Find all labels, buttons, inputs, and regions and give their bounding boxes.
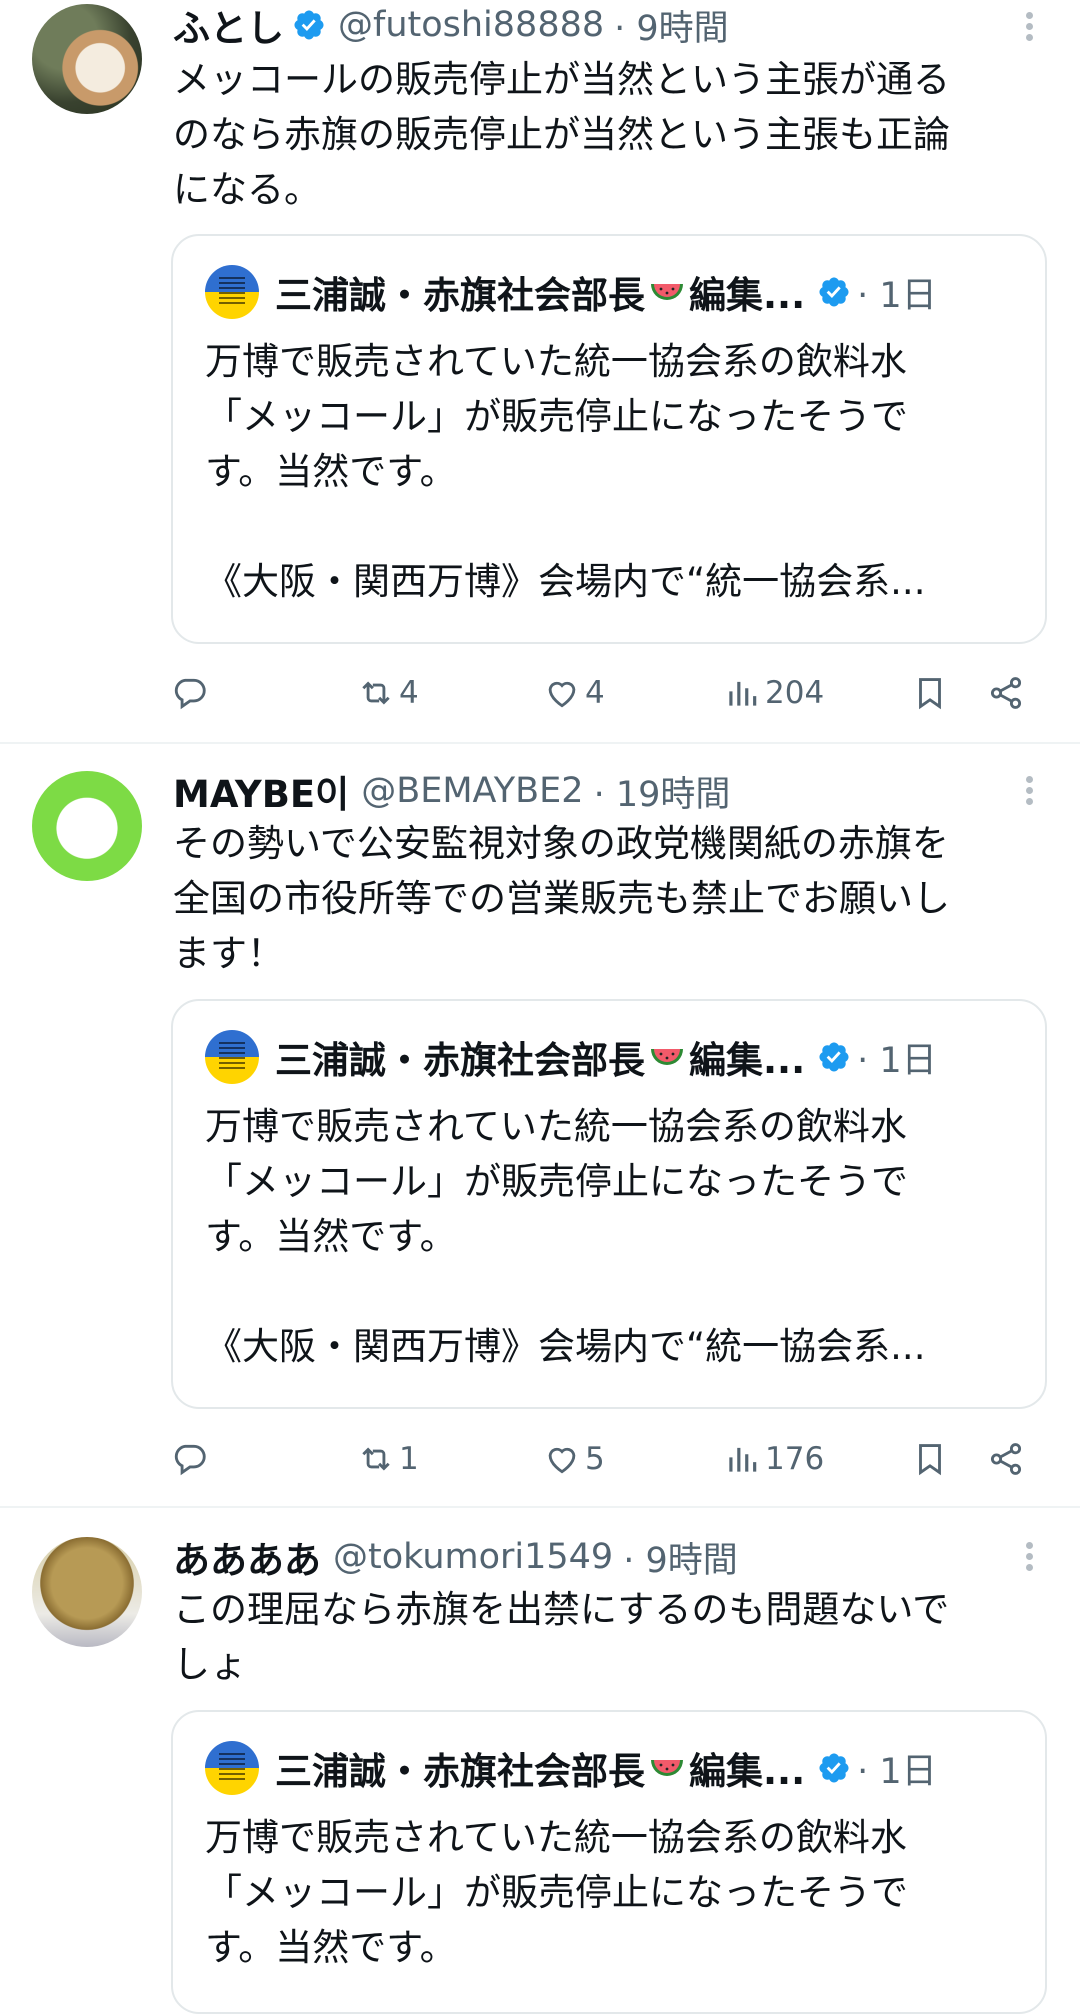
author-name[interactable]: ああああ: [173, 1532, 321, 1582]
tweet-text: メッコールの販売停止が当然という主張が通る のなら赤旗の販売停止が当然という主張…: [173, 58, 950, 211]
views-button[interactable]: 204: [723, 668, 824, 718]
views-count: 204: [765, 675, 825, 711]
retweet-count: 1: [399, 1441, 419, 1477]
verified-badge-icon: [819, 277, 849, 307]
heart-icon: [548, 681, 576, 708]
verified-badge-icon: [819, 1042, 849, 1072]
retweet-button[interactable]: 4: [357, 668, 419, 718]
verified-badge-icon: [294, 10, 324, 40]
tweet-text: その勢いで公安監視対象の政党機関紙の赤旗を 全国の市役所等での営業販売も禁止でお…: [173, 822, 950, 975]
more-vertical-icon[interactable]: [1024, 772, 1034, 812]
retweet-button[interactable]: 1: [357, 1434, 419, 1484]
retweet-icon: [362, 681, 390, 705]
like-count: 5: [585, 1441, 605, 1477]
quote-tweet[interactable]: 三浦誠・赤旗社会部長 編集... · 1日 万博で販売されていた統一協会系の飲料…: [171, 234, 1047, 644]
more-vertical-icon[interactable]: [1024, 8, 1034, 48]
more-vertical-icon[interactable]: [1024, 1538, 1034, 1578]
timestamp[interactable]: · 19時間: [594, 766, 731, 816]
tweet-header: ふとし @futoshi88888 · 9時間: [173, 0, 990, 50]
quote-timestamp: · 1日: [857, 1751, 937, 1792]
timestamp[interactable]: · 9時間: [614, 0, 729, 50]
quote-header: 三浦誠・赤旗社会部長 編集... · 1日: [205, 1740, 1005, 1796]
author-handle[interactable]: @BEMAYBE2: [361, 771, 583, 811]
author-name[interactable]: MAYBE이: [173, 766, 349, 816]
tweet-1[interactable]: ふとし @futoshi88888 · 9時間 メッコールの販売停止が当然という…: [0, 0, 1080, 742]
tweet-3[interactable]: ああああ @tokumori1549 · 9時間 この理屈なら赤旗を出禁にするの…: [0, 1508, 1080, 2014]
quote-author-name-suffix: 編集...: [689, 1750, 806, 1793]
action-bar: 1 5 176: [171, 1434, 1031, 1484]
author-name[interactable]: ふとし: [173, 0, 284, 50]
reply-button[interactable]: [171, 1434, 209, 1484]
tweet-header: MAYBE이 @BEMAYBE2 · 19時間: [173, 766, 990, 816]
heart-icon: [548, 1447, 576, 1474]
quote-timestamp: · 1日: [857, 275, 937, 316]
tweet-text: この理屈なら赤旗を出禁にするのも問題ないで しょ: [173, 1588, 950, 1686]
verified-badge-icon: [819, 1753, 849, 1783]
timestamp[interactable]: · 9時間: [623, 1532, 738, 1582]
like-count: 4: [585, 675, 605, 711]
bookmark-icon: [919, 678, 941, 710]
like-button[interactable]: 5: [543, 1434, 605, 1484]
author-handle[interactable]: @tokumori1549: [333, 1537, 613, 1577]
bookmark-icon: [919, 1444, 941, 1476]
quote-header: 三浦誠・赤旗社会部長 編集... · 1日: [205, 1029, 1005, 1085]
watermelon-icon: [651, 284, 683, 300]
reply-button[interactable]: [171, 668, 209, 718]
quote-text: 万博で販売されていた統一協会系の飲料水 「メッコール」が販売停止になったそうで …: [205, 1816, 908, 1969]
reply-icon: [174, 1444, 206, 1476]
like-button[interactable]: 4: [543, 668, 605, 718]
views-icon: [729, 1447, 757, 1472]
quote-author-name: 三浦誠・赤旗社会部長: [275, 1039, 645, 1082]
quote-tweet[interactable]: 三浦誠・赤旗社会部長 編集... · 1日 万博で販売されていた統一協会系の飲料…: [171, 999, 1047, 1409]
quote-header: 三浦誠・赤旗社会部長 編集... · 1日: [205, 264, 1005, 320]
quote-text: 万博で販売されていた統一協会系の飲料水 「メッコール」が販売停止になったそうで …: [205, 340, 926, 603]
tweet-header: ああああ @tokumori1549 · 9時間: [173, 1532, 990, 1582]
bookmark-button[interactable]: [911, 668, 949, 718]
share-icon: [990, 677, 1022, 709]
watermelon-icon: [651, 1760, 683, 1776]
share-button[interactable]: [987, 668, 1025, 718]
reply-icon: [174, 678, 206, 710]
views-button[interactable]: 176: [723, 1434, 824, 1484]
watermelon-icon: [651, 1049, 683, 1065]
retweet-icon: [362, 1447, 390, 1471]
quote-avatar: [205, 1741, 259, 1795]
avatar[interactable]: [32, 4, 142, 114]
views-count: 176: [765, 1441, 825, 1477]
quote-avatar: [205, 265, 259, 319]
tweet-2[interactable]: MAYBE이 @BEMAYBE2 · 19時間 その勢いで公安監視対象の政党機関…: [0, 744, 1080, 1506]
quote-timestamp: · 1日: [857, 1040, 937, 1081]
quote-author-name-suffix: 編集...: [689, 1039, 806, 1082]
quote-author-name-suffix: 編集...: [689, 274, 806, 317]
share-button[interactable]: [987, 1434, 1025, 1484]
quote-text: 万博で販売されていた統一協会系の飲料水 「メッコール」が販売停止になったそうで …: [205, 1105, 926, 1368]
avatar[interactable]: [32, 1537, 142, 1647]
share-icon: [990, 1443, 1022, 1475]
author-handle[interactable]: @futoshi88888: [338, 5, 604, 45]
retweet-count: 4: [399, 675, 419, 711]
quote-avatar: [205, 1030, 259, 1084]
quote-author-name: 三浦誠・赤旗社会部長: [275, 1750, 645, 1793]
views-icon: [729, 681, 757, 706]
quote-author-name: 三浦誠・赤旗社会部長: [275, 274, 645, 317]
action-bar: 4 4 204: [171, 668, 1031, 718]
quote-tweet[interactable]: 三浦誠・赤旗社会部長 編集... · 1日 万博で販売されていた統一協会系の飲料…: [171, 1710, 1047, 2014]
bookmark-button[interactable]: [911, 1434, 949, 1484]
avatar[interactable]: [32, 771, 142, 881]
